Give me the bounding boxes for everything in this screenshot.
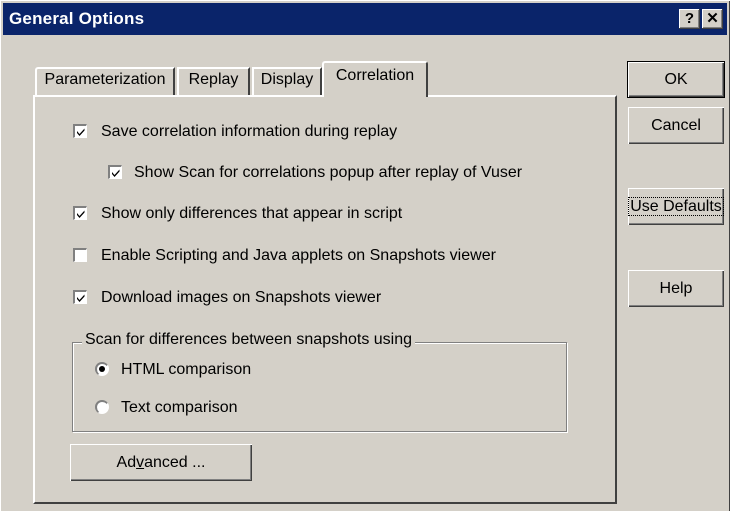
advanced-button-label-suffix: anced ... xyxy=(144,454,206,471)
save-correlation-label: Save correlation information during repl… xyxy=(101,123,398,140)
window-title: General Options xyxy=(9,9,145,28)
advanced-button-mnemonic: v xyxy=(136,454,145,471)
scan-differences-group-label: Scan for differences between snapshots u… xyxy=(82,331,416,349)
close-icon[interactable]: ✕ xyxy=(702,9,723,29)
html-comparison-radio[interactable] xyxy=(95,362,109,376)
cancel-button[interactable]: Cancel xyxy=(628,107,724,144)
tab-parameterization[interactable]: Parameterization xyxy=(35,67,175,95)
help-question-icon[interactable]: ? xyxy=(679,9,700,29)
general-options-dialog: General Options ? ✕ Parameterization Rep… xyxy=(0,0,730,511)
show-only-differences-label: Show only differences that appear in scr… xyxy=(101,205,403,222)
enable-scripting-checkbox[interactable] xyxy=(73,248,87,262)
download-images-label: Download images on Snapshots viewer xyxy=(101,289,382,306)
tab-correlation[interactable]: Correlation xyxy=(322,61,428,97)
ok-button[interactable]: OK xyxy=(627,61,725,98)
show-scan-popup-label: Show Scan for correlations popup after r… xyxy=(134,164,523,181)
advanced-button-label-prefix: Ad xyxy=(116,454,137,471)
show-only-differences-checkbox[interactable] xyxy=(73,206,87,220)
use-defaults-button[interactable]: Use Defaults xyxy=(628,188,724,225)
show-scan-popup-checkbox[interactable] xyxy=(108,165,122,179)
tab-display[interactable]: Display xyxy=(252,67,322,95)
enable-scripting-label: Enable Scripting and Java applets on Sna… xyxy=(101,247,496,264)
save-correlation-checkbox[interactable] xyxy=(73,124,87,138)
download-images-checkbox[interactable] xyxy=(73,290,87,304)
help-button[interactable]: Help xyxy=(628,270,724,307)
text-comparison-label: Text comparison xyxy=(121,399,238,416)
tab-replay[interactable]: Replay xyxy=(177,67,250,95)
scan-differences-groupbox xyxy=(72,342,567,432)
html-comparison-label: HTML comparison xyxy=(121,361,252,378)
use-defaults-label: Use Defaults xyxy=(628,197,724,216)
text-comparison-radio[interactable] xyxy=(95,400,109,414)
advanced-button[interactable]: Advanced ... xyxy=(70,444,252,481)
title-bar[interactable]: General Options ? ✕ xyxy=(3,3,727,35)
